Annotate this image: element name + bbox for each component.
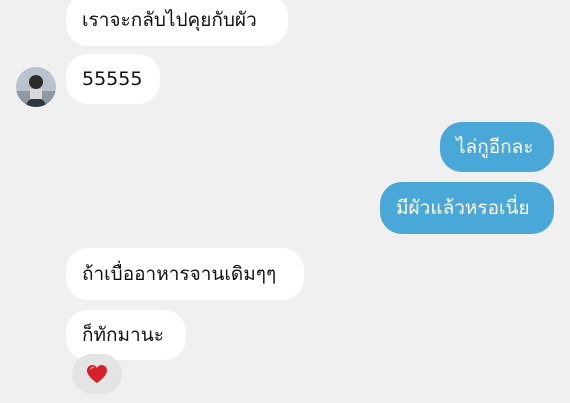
message-bubble-incoming[interactable]: 55555 bbox=[66, 54, 160, 104]
message-text: มีผัวแล้วหรอเนี่ย bbox=[396, 197, 530, 219]
message-bubble-incoming[interactable]: เราจะกลับไปคุยกับผัว bbox=[66, 0, 288, 46]
chat-thread: เราจะกลับไปคุยกับผัว 55555 ไล่กูอีกละ มี… bbox=[0, 0, 570, 403]
reaction-pill[interactable] bbox=[72, 354, 122, 394]
avatar[interactable] bbox=[16, 67, 56, 107]
message-bubble-incoming[interactable]: ถ้าเบื่ออาหารจานเดิมๆๆ bbox=[66, 248, 304, 300]
message-text: ถ้าเบื่ออาหารจานเดิมๆๆ bbox=[82, 263, 277, 285]
message-bubble-incoming[interactable]: ก็ทักมานะ bbox=[66, 310, 186, 360]
profile-photo bbox=[16, 67, 56, 107]
message-bubble-outgoing[interactable]: ไล่กูอีกละ bbox=[440, 122, 554, 172]
heart-icon bbox=[87, 365, 107, 383]
message-text: ไล่กูอีกละ bbox=[456, 136, 534, 158]
message-text: ก็ทักมานะ bbox=[82, 324, 164, 346]
message-bubble-outgoing[interactable]: มีผัวแล้วหรอเนี่ย bbox=[380, 182, 554, 234]
message-text: 55555 bbox=[82, 68, 143, 90]
message-text: เราจะกลับไปคุยกับผัว bbox=[82, 9, 257, 31]
